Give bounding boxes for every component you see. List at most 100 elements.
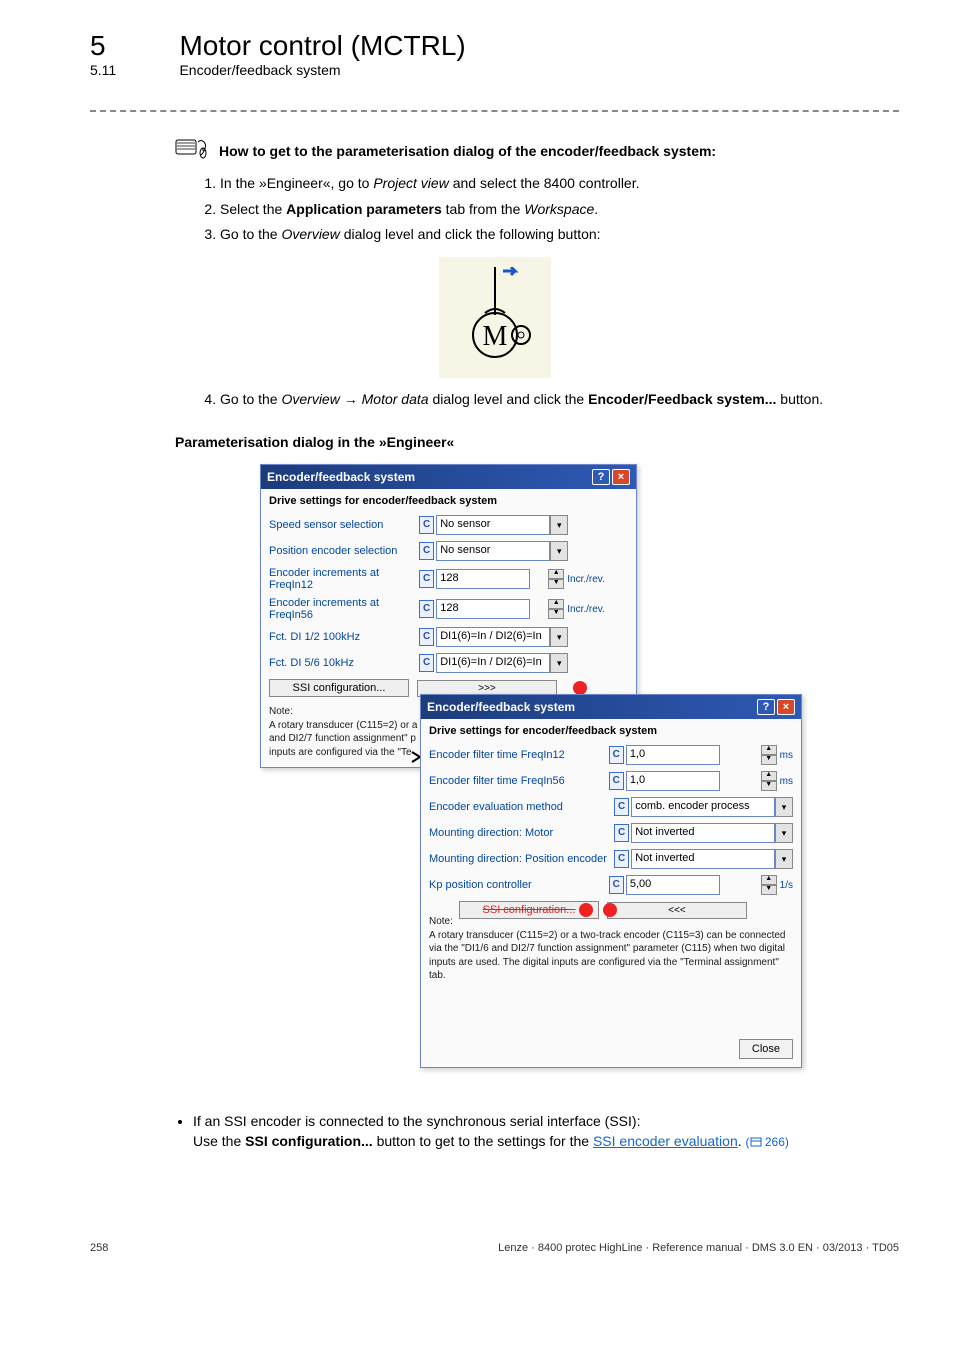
step3-em: Overview [281, 226, 339, 242]
param-dialog-subheading: Parameterisation dialog in the »Engineer… [175, 434, 899, 450]
inc56-unit: Incr./rev. [567, 604, 605, 615]
step4-em1: Overview [281, 391, 339, 407]
encoder-dialog-extended: Encoder/feedback system ? × Drive settin… [420, 694, 802, 1068]
ssi-encoder-evaluation-link[interactable]: SSI encoder evaluation [593, 1133, 738, 1149]
pos-encoder-select[interactable]: No sensor [436, 541, 550, 561]
inc12-input[interactable]: 128 [436, 569, 530, 589]
eval-label: Encoder evaluation method [429, 801, 614, 813]
collapse-button[interactable]: <<< [607, 902, 747, 919]
dialog1-section-title: Drive settings for encoder/feedback syst… [269, 495, 628, 507]
bullet-l2-pre: Use the [193, 1133, 245, 1149]
step1-post: and select the 8400 controller. [449, 175, 640, 191]
doc-footer: Lenze · 8400 protec HighLine · Reference… [498, 1242, 899, 1254]
step1-pre: In the »Engineer«, go to [220, 175, 373, 191]
note2-text: A rotary transducer (C115=2) or a two-tr… [429, 930, 785, 982]
step3-pre: Go to the [220, 226, 281, 242]
chevron-down-icon[interactable]: ▾ [550, 627, 568, 647]
param-badge: C [419, 600, 434, 618]
mouse-device-icon [175, 137, 209, 164]
section-heading: 5.11 Encoder/feedback system [90, 62, 899, 80]
bullet-l2-bold: SSI configuration... [245, 1133, 373, 1149]
step2-pre: Select the [220, 201, 286, 217]
flt56-label: Encoder filter time FreqIn56 [429, 775, 609, 787]
ssi-config-button[interactable]: SSI configuration... [269, 679, 409, 697]
close-button[interactable]: Close [739, 1039, 793, 1059]
steps-list: In the »Engineer«, go to Project view an… [200, 174, 899, 245]
mnt-motor-label: Mounting direction: Motor [429, 827, 614, 839]
inc56-label: Encoder increments at FreqIn56 [269, 597, 419, 621]
bullet-line1: If an SSI encoder is connected to the sy… [193, 1113, 640, 1129]
flt12-label: Encoder filter time FreqIn12 [429, 749, 609, 761]
flt12-unit: ms [780, 750, 793, 761]
spinner[interactable]: ▲▼ [761, 875, 777, 895]
ssi-config-button-disabled: SSI configuration... [459, 901, 599, 919]
note-label: Note: [269, 706, 293, 717]
param-badge: C [614, 824, 629, 842]
bullet-l2-mid: button to get to the settings for the [373, 1133, 593, 1149]
eval-select[interactable]: comb. encoder process [631, 797, 775, 817]
flt12-input[interactable]: 1,0 [626, 745, 720, 765]
help-icon[interactable]: ? [592, 469, 610, 485]
step2-em: Workspace [524, 201, 594, 217]
fct56-label: Fct. DI 5/6 10kHz [269, 657, 419, 669]
step4-arrow: → [340, 391, 362, 407]
param-badge: C [419, 628, 434, 646]
chevron-down-icon[interactable]: ▾ [550, 541, 568, 561]
dialog1-title: Encoder/feedback system [267, 470, 415, 484]
step4-em2: Motor data [362, 391, 429, 407]
flt56-unit: ms [780, 776, 793, 787]
speed-sensor-label: Speed sensor selection [269, 519, 419, 531]
section-number: 5.11 [90, 62, 175, 78]
chevron-down-icon[interactable]: ▾ [775, 823, 793, 843]
steps-list-cont: Go to the Overview → Motor data dialog l… [200, 390, 899, 410]
divider [90, 110, 899, 112]
param-badge: C [609, 876, 624, 894]
fct12-label: Fct. DI 1/2 100kHz [269, 631, 419, 643]
chevron-down-icon[interactable]: ▾ [775, 797, 793, 817]
page-ref[interactable]: ( 266) [746, 1135, 789, 1149]
param-badge: C [419, 516, 434, 534]
param-badge: C [419, 542, 434, 560]
spinner[interactable]: ▲▼ [548, 599, 564, 619]
param-badge: C [419, 570, 434, 588]
chevron-down-icon[interactable]: ▾ [550, 515, 568, 535]
step4-pre: Go to the [220, 391, 281, 407]
speed-sensor-select[interactable]: No sensor [436, 515, 550, 535]
kp-input[interactable]: 5,00 [626, 875, 720, 895]
help-icon[interactable]: ? [757, 699, 775, 715]
dialog2-section-title: Drive settings for encoder/feedback syst… [429, 725, 793, 737]
param-badge: C [609, 772, 624, 790]
step2-post: . [594, 201, 598, 217]
chevron-down-icon[interactable]: ▾ [775, 849, 793, 869]
note2-label: Note: [429, 916, 453, 927]
step2-bold: Application parameters [286, 201, 442, 217]
navhint-heading: How to get to the parameterisation dialo… [219, 143, 716, 159]
inc56-input[interactable]: 128 [436, 599, 530, 619]
section-title: Encoder/feedback system [179, 62, 340, 78]
page-number: 258 [90, 1242, 108, 1254]
fct12-select[interactable]: DI1(6)=In / DI2(6)=In [436, 627, 550, 647]
spinner[interactable]: ▲▼ [761, 771, 777, 791]
page-ref-num: 266 [765, 1135, 785, 1149]
close-icon[interactable]: × [777, 699, 795, 715]
step4-mid: dialog level and click the [429, 391, 589, 407]
chevron-down-icon[interactable]: ▾ [550, 653, 568, 673]
flt56-input[interactable]: 1,0 [626, 771, 720, 791]
dialog2-titlebar: Encoder/feedback system ? × [421, 695, 801, 719]
kp-unit: 1/s [780, 880, 793, 891]
spinner[interactable]: ▲▼ [761, 745, 777, 765]
encoder-button-icon: M [439, 257, 551, 378]
fct56-select[interactable]: DI1(6)=In / DI2(6)=In [436, 653, 550, 673]
mnt-pos-select[interactable]: Not inverted [631, 849, 775, 869]
step4-post: button. [776, 391, 823, 407]
chapter-title: Motor control (MCTRL) [179, 30, 465, 62]
chapter-number: 5 [90, 30, 175, 62]
note-l1: A rotary transducer (C115=2) or a [269, 720, 418, 731]
step3-post: dialog level and click the following but… [340, 226, 601, 242]
svg-text:M: M [482, 321, 507, 352]
dialog1-titlebar: Encoder/feedback system ? × [261, 465, 636, 489]
mnt-motor-select[interactable]: Not inverted [631, 823, 775, 843]
close-icon[interactable]: × [612, 469, 630, 485]
spinner[interactable]: ▲▼ [548, 569, 564, 589]
step1-em: Project view [373, 175, 448, 191]
